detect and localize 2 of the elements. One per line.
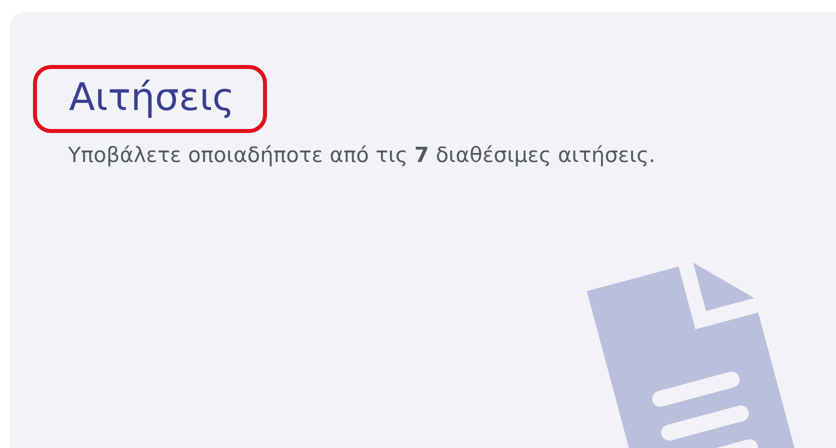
card-title: Αιτήσεις: [69, 75, 235, 121]
card-description: Υποβάλετε οποιαδήποτε από τις 7 διαθέσιμες αιτήσεις.: [68, 142, 656, 169]
